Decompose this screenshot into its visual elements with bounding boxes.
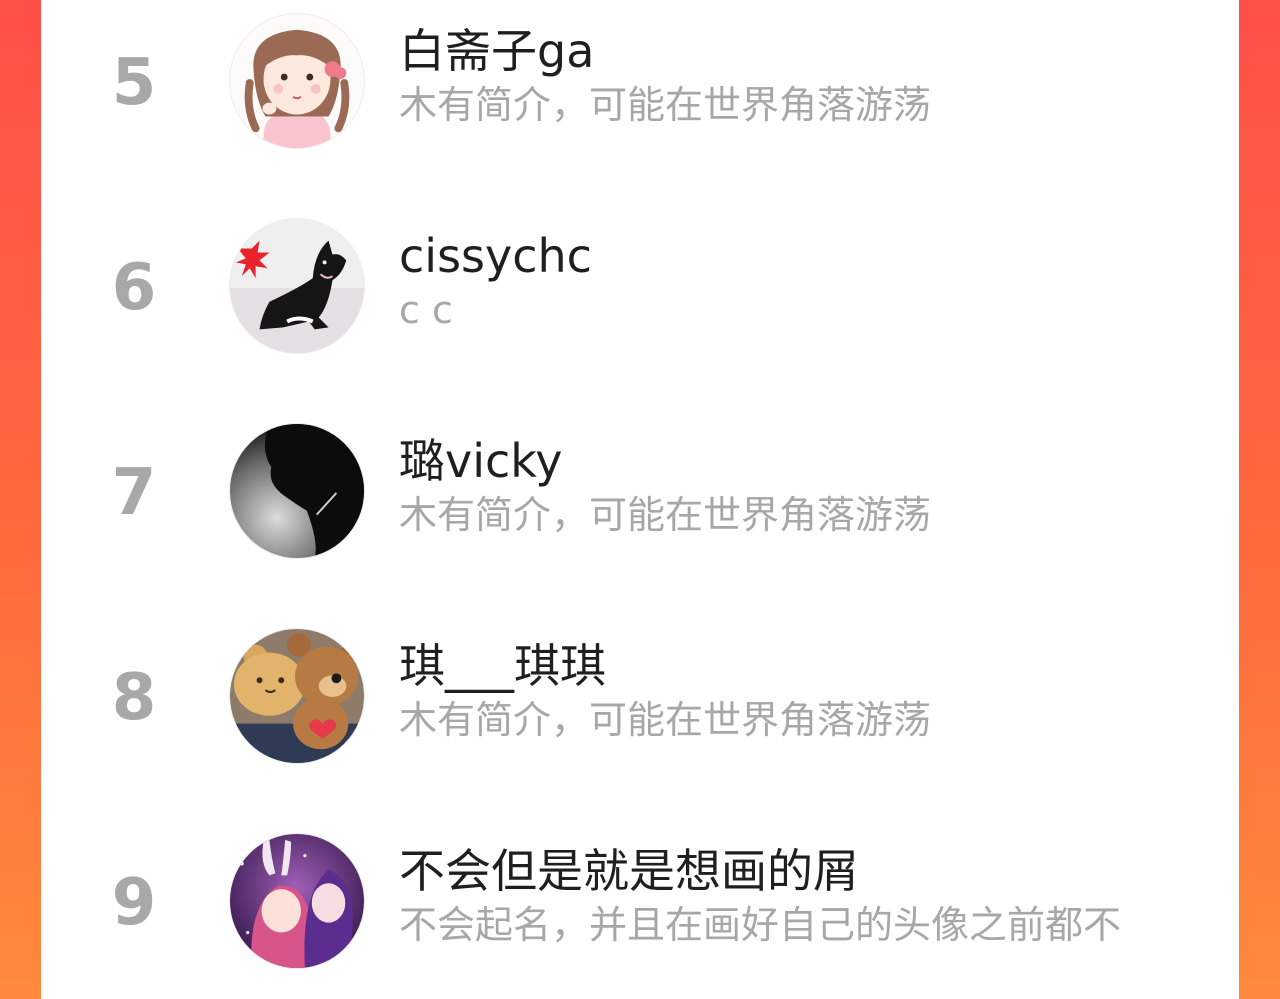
user-bio: 木有简介，可能在世界角落游荡 [399, 83, 932, 127]
ranking-row[interactable]: 8 琪___琪琪 木有简介，可能在世界角落游荡 [41, 628, 1239, 768]
user-bio: c c [399, 288, 453, 332]
rank-number: 8 [111, 661, 157, 735]
user-name[interactable]: 琪___琪琪 [399, 638, 606, 694]
rank-number: 7 [111, 456, 157, 530]
user-name[interactable]: 不会但是就是想画的屑 [399, 843, 859, 899]
rank-number: 5 [111, 46, 157, 120]
rank-number: 9 [111, 866, 157, 940]
ranking-list: 5 白斋子ga 木有简介，可能在世界角落游荡 6 cissychc c c 7 … [41, 0, 1239, 999]
user-bio: 木有简介，可能在世界角落游荡 [399, 493, 932, 537]
cartoon-girl-avatar-icon[interactable] [229, 13, 365, 149]
rank-number: 6 [111, 251, 157, 325]
user-bio: 不会起名，并且在画好自己的头像之前都不 [399, 903, 1122, 947]
ranking-row[interactable]: 9 不会但是就是想画的屑 不会起名，并且在画好自己的头像之前都不 [41, 833, 1239, 973]
cartoon-girl-avatar-image [230, 14, 364, 148]
ranking-row[interactable]: 6 cissychc c c [41, 218, 1239, 358]
silhouette-avatar-icon[interactable] [229, 423, 365, 559]
user-name[interactable]: 白斋子ga [399, 23, 594, 79]
black-cat-avatar-image [230, 219, 364, 353]
silhouette-avatar-image [230, 424, 364, 558]
anime-characters-avatar-icon[interactable] [229, 833, 365, 969]
teddy-bear-avatar-icon[interactable] [229, 628, 365, 764]
anime-characters-avatar-image [230, 834, 364, 968]
user-name[interactable]: 璐vicky [399, 433, 563, 489]
ranking-row[interactable]: 7 璐vicky 木有简介，可能在世界角落游荡 [41, 423, 1239, 563]
ranking-panel: 5 白斋子ga 木有简介，可能在世界角落游荡 6 cissychc c c 7 … [41, 0, 1239, 999]
user-bio: 木有简介，可能在世界角落游荡 [399, 698, 932, 742]
user-name[interactable]: cissychc [399, 228, 592, 284]
black-cat-avatar-icon[interactable] [229, 218, 365, 354]
ranking-row[interactable]: 5 白斋子ga 木有简介，可能在世界角落游荡 [41, 13, 1239, 153]
teddy-bear-avatar-image [230, 629, 364, 763]
